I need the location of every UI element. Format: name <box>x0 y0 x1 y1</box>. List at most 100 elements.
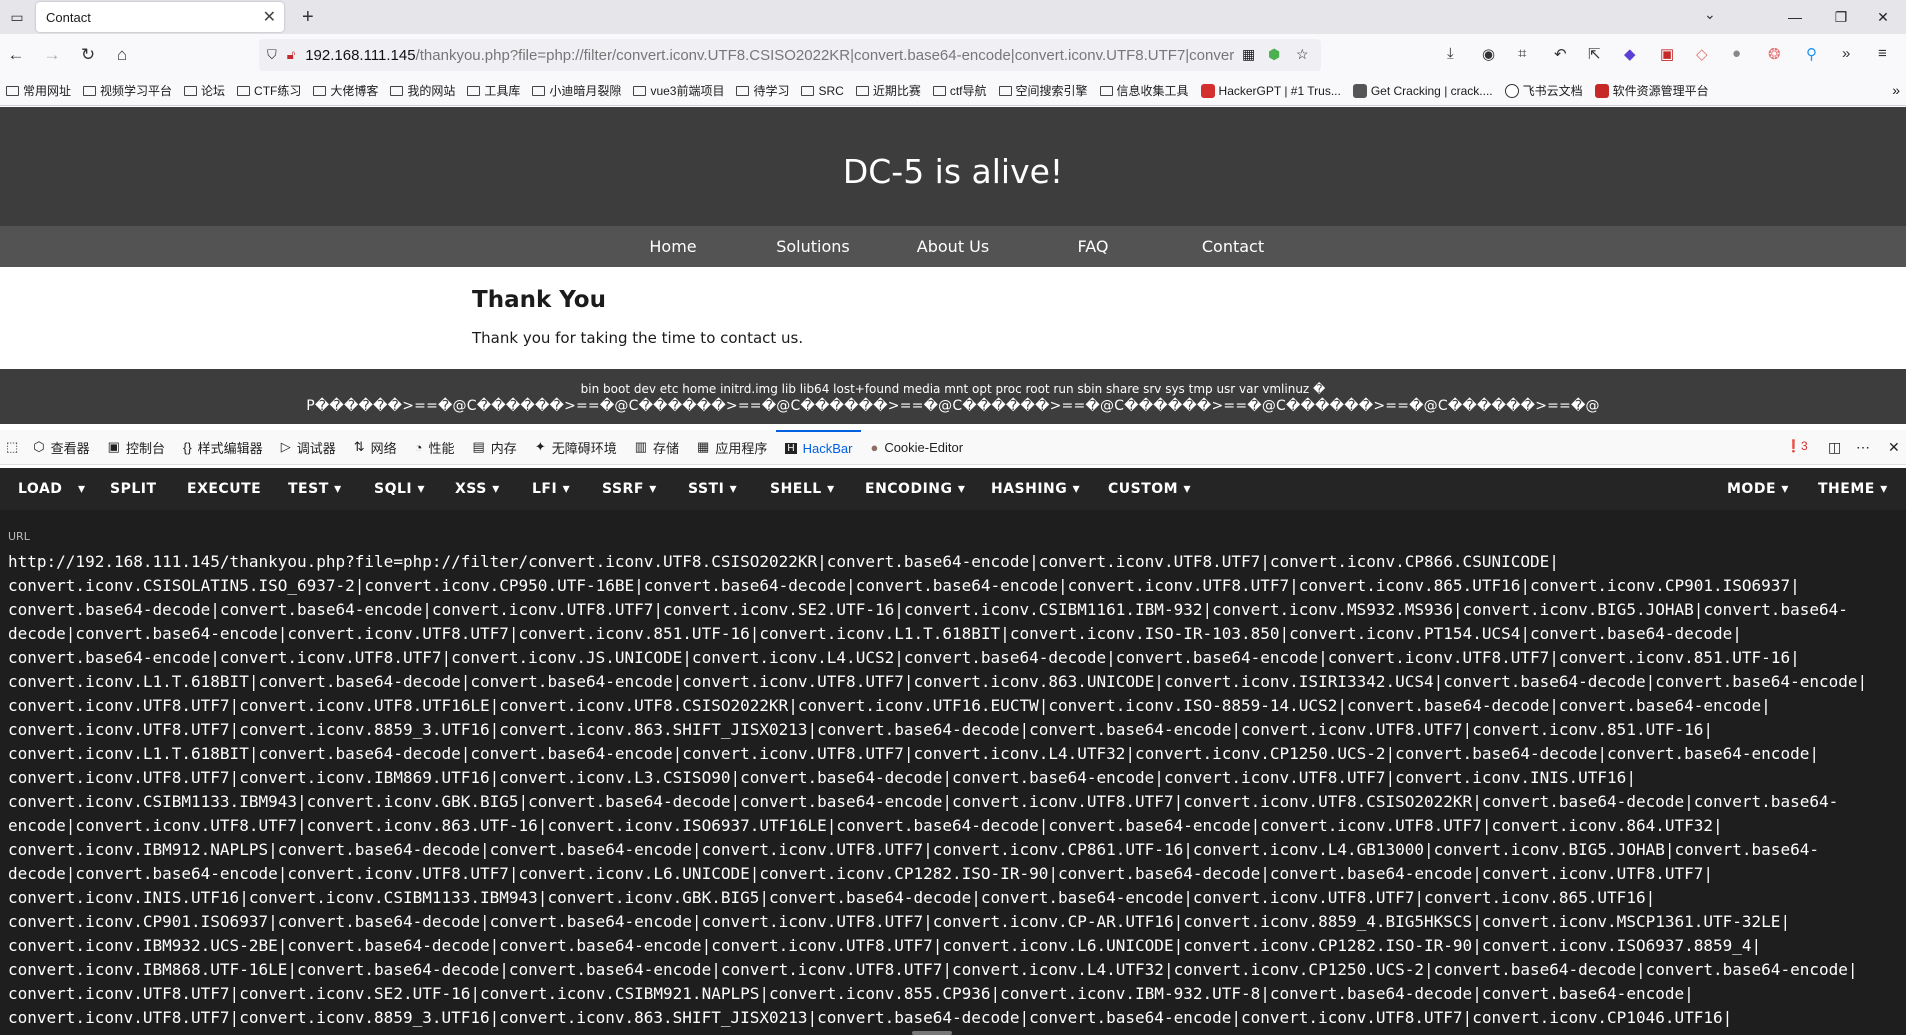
url-textarea[interactable]: http://192.168.111.145/thankyou.php?file… <box>8 550 1888 1030</box>
close-devtools-icon[interactable]: ✕ <box>1888 439 1900 456</box>
tab-console[interactable]: ▣ 控制台 <box>99 430 174 465</box>
hackbar-sqli-menu[interactable]: SQLI ▾ <box>374 481 425 497</box>
nav-solutions[interactable]: Solutions <box>743 237 883 256</box>
bookmark-folder[interactable]: 视频学习平台 <box>83 82 172 99</box>
bookmark-folder[interactable]: 我的网站 <box>390 82 455 99</box>
bookmark-folder[interactable]: 工具库 <box>467 82 520 99</box>
hackbar-shell-menu[interactable]: SHELL ▾ <box>770 481 835 497</box>
tab-list-icon[interactable]: ▭ <box>6 6 28 28</box>
hackbar-custom-menu[interactable]: CUSTOM ▾ <box>1108 481 1191 497</box>
bookmark-site[interactable]: 飞书云文档 <box>1504 82 1583 99</box>
hackbar-test-menu[interactable]: TEST ▾ <box>288 481 342 497</box>
forward-arrow-icon[interactable]: → <box>40 43 64 67</box>
network-icon: ⇅ <box>353 439 365 454</box>
bookmark-folder[interactable]: 信息收集工具 <box>1099 82 1189 99</box>
bookmark-site[interactable]: 软件资源管理平台 <box>1594 82 1709 99</box>
tab-overflow-chevron-icon[interactable]: ⌄ <box>1704 6 1716 23</box>
tab-accessibility[interactable]: ✦ 无障碍环境 <box>526 430 626 465</box>
tab-label: 调试器 <box>296 440 336 456</box>
error-badge[interactable]: ❗3 <box>1786 439 1808 453</box>
tab-hackbar[interactable]: H HackBar <box>776 429 862 465</box>
tab-application[interactable]: ▦ 应用程序 <box>688 430 776 465</box>
extension-red-badge-icon[interactable]: ▣ <box>1660 45 1674 63</box>
nav-faq[interactable]: FAQ <box>1023 237 1163 256</box>
tab-storage[interactable]: ▥ 存储 <box>626 430 688 465</box>
bookmarks-overflow-icon[interactable]: » <box>1892 82 1900 98</box>
back-arrow-icon[interactable]: ← <box>4 43 28 67</box>
extension-diamond-icon[interactable]: ◇ <box>1696 45 1708 63</box>
resize-handle[interactable] <box>912 1031 952 1035</box>
dock-icon[interactable]: ◫ <box>1828 439 1841 456</box>
restore-icon[interactable]: ❐ <box>1818 0 1864 34</box>
hackbar-ssti-menu[interactable]: SSTI ▾ <box>688 481 737 497</box>
tab-debugger[interactable]: ▷ 调试器 <box>272 430 345 465</box>
bookmark-folder[interactable]: CTF练习 <box>237 82 301 99</box>
bookmark-label: vue3前端项目 <box>650 84 725 98</box>
hackbar-execute-button[interactable]: EXECUTE <box>187 481 261 497</box>
nav-contact[interactable]: Contact <box>1163 237 1303 256</box>
extension-pink-icon[interactable]: ❂ <box>1768 45 1781 63</box>
bookmark-folder[interactable]: ctf导航 <box>932 82 987 99</box>
reload-icon[interactable]: ↻ <box>76 43 100 67</box>
hackbar-ssrf-menu[interactable]: SSRF ▾ <box>602 481 657 497</box>
shield-icon[interactable]: ⛉ <box>267 47 277 63</box>
bookmark-folder[interactable]: 常用网址 <box>6 82 71 99</box>
hackbar-split-button[interactable]: SPLIT <box>110 481 157 497</box>
bookmark-folder[interactable]: 空间搜索引擎 <box>998 82 1088 99</box>
bookmark-folder[interactable]: 大佬博客 <box>313 82 378 99</box>
bookmark-folder[interactable]: 待学习 <box>736 82 789 99</box>
hackbar-load-button[interactable]: LOAD <box>18 481 62 497</box>
nav-about-us[interactable]: About Us <box>883 237 1023 256</box>
bookmark-folder[interactable]: 论坛 <box>184 82 225 99</box>
element-picker-icon[interactable]: ⬚ <box>0 430 24 465</box>
insecure-lock-icon[interactable]: 🔓︎ <box>287 47 295 63</box>
browser-tab[interactable]: Contact ✕ <box>36 2 284 32</box>
extension-shield-icon[interactable]: ⬢ <box>1268 46 1280 63</box>
extension-pin-icon[interactable]: ⚲ <box>1806 45 1817 63</box>
hackbar-lfi-menu[interactable]: LFI ▾ <box>532 481 570 497</box>
bookmark-star-icon[interactable]: ☆ <box>1296 46 1309 63</box>
folder-icon <box>83 85 97 96</box>
tab-style-editor[interactable]: {} 样式编辑器 <box>174 430 272 465</box>
extension-purple-icon[interactable]: ◆ <box>1624 45 1636 63</box>
hackbar-xss-menu[interactable]: XSS ▾ <box>455 481 500 497</box>
folder-icon <box>467 85 481 96</box>
new-tab-icon[interactable]: + <box>302 6 314 29</box>
folder-icon <box>1099 85 1113 96</box>
hamburger-menu-icon[interactable]: ≡ <box>1878 45 1887 62</box>
tab-inspector[interactable]: ⬡ 查看器 <box>24 430 98 465</box>
hackbar-load-dropdown-icon[interactable]: ▾ <box>78 481 86 497</box>
minimize-icon[interactable]: — <box>1772 0 1818 34</box>
extension-circle-icon[interactable]: ● <box>1732 45 1741 62</box>
bookmark-site[interactable]: Get Cracking | crack.... <box>1352 83 1493 98</box>
tab-cookie-editor[interactable]: ● Cookie-Editor <box>861 430 972 465</box>
hackbar-encoding-menu[interactable]: ENCODING ▾ <box>865 481 965 497</box>
bookmark-folder[interactable]: vue3前端项目 <box>633 82 724 99</box>
bookmark-folder[interactable]: 近期比赛 <box>855 82 921 99</box>
tab-label: 网络 <box>370 440 397 456</box>
bookmark-site[interactable]: HackerGPT | #1 Trus... <box>1200 83 1341 98</box>
qr-code-icon[interactable]: ▦ <box>1242 46 1255 63</box>
bookmark-folder[interactable]: 小迪暗月裂隙 <box>532 82 621 99</box>
share-icon[interactable]: ⇱ <box>1588 45 1601 63</box>
hackbar-theme-menu[interactable]: THEME ▾ <box>1818 481 1888 497</box>
bookmark-folder[interactable]: SRC <box>801 84 844 98</box>
undo-icon[interactable]: ↶ <box>1554 45 1567 63</box>
close-tab-icon[interactable]: ✕ <box>263 7 276 27</box>
home-icon[interactable]: ⌂ <box>110 43 134 67</box>
crop-icon[interactable]: ⌗ <box>1518 45 1526 62</box>
hackbar-mode-menu[interactable]: MODE ▾ <box>1727 481 1789 497</box>
menu-label: HASHING <box>991 481 1068 497</box>
overflow-menu-icon[interactable]: » <box>1842 45 1850 62</box>
tab-performance[interactable]: ◔ 性能 <box>406 430 464 465</box>
nav-home[interactable]: Home <box>603 237 743 256</box>
tab-memory[interactable]: ▤ 内存 <box>464 430 526 465</box>
tab-network[interactable]: ⇅ 网络 <box>345 430 406 465</box>
account-icon[interactable]: ◉ <box>1482 45 1495 63</box>
more-options-icon[interactable]: ⋯ <box>1856 439 1870 456</box>
url-bar[interactable]: ⛉ 🔓︎ 192.168.111.145/thankyou.php?file=p… <box>259 39 1321 71</box>
hackbar-hashing-menu[interactable]: HASHING ▾ <box>991 481 1080 497</box>
url-text[interactable]: 192.168.111.145/thankyou.php?file=php://… <box>305 47 1255 64</box>
download-icon[interactable]: ⤓ <box>1447 45 1454 62</box>
close-window-icon[interactable]: ✕ <box>1860 0 1906 34</box>
